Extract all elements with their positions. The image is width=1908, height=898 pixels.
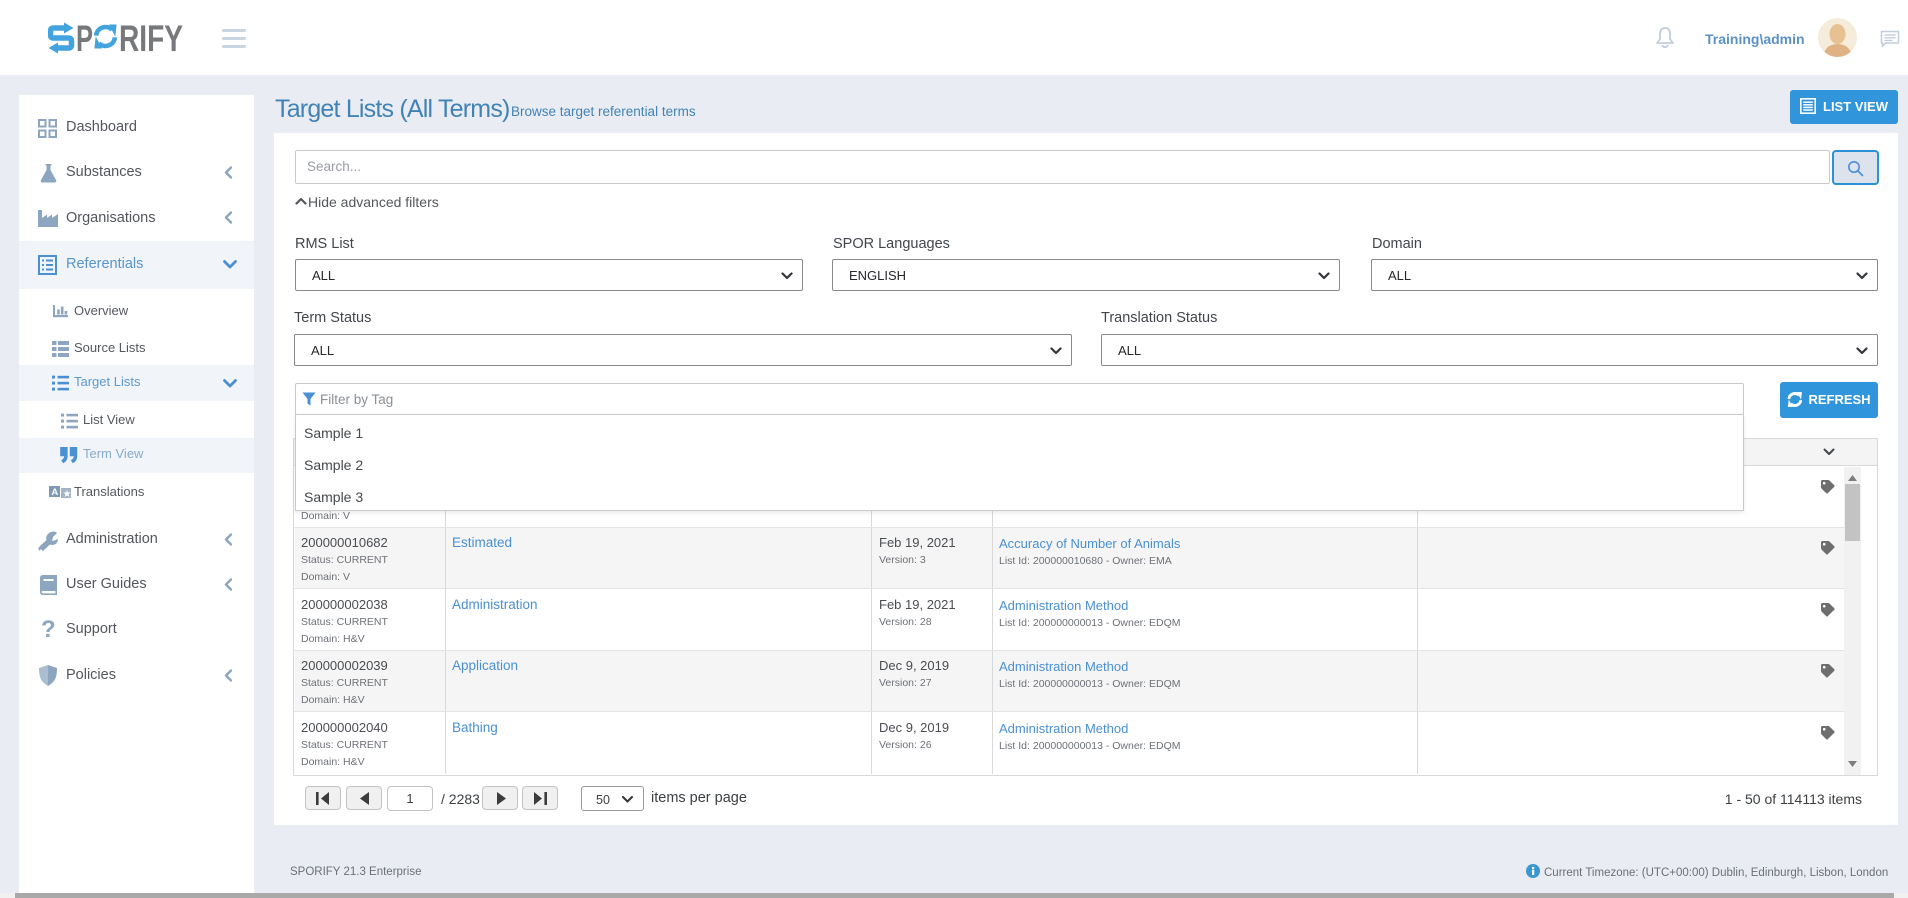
svg-text:★: ★ <box>63 488 71 498</box>
svg-text:RIFY: RIFY <box>119 18 183 59</box>
svg-text:A: A <box>51 487 58 498</box>
svg-text:P: P <box>76 18 93 59</box>
